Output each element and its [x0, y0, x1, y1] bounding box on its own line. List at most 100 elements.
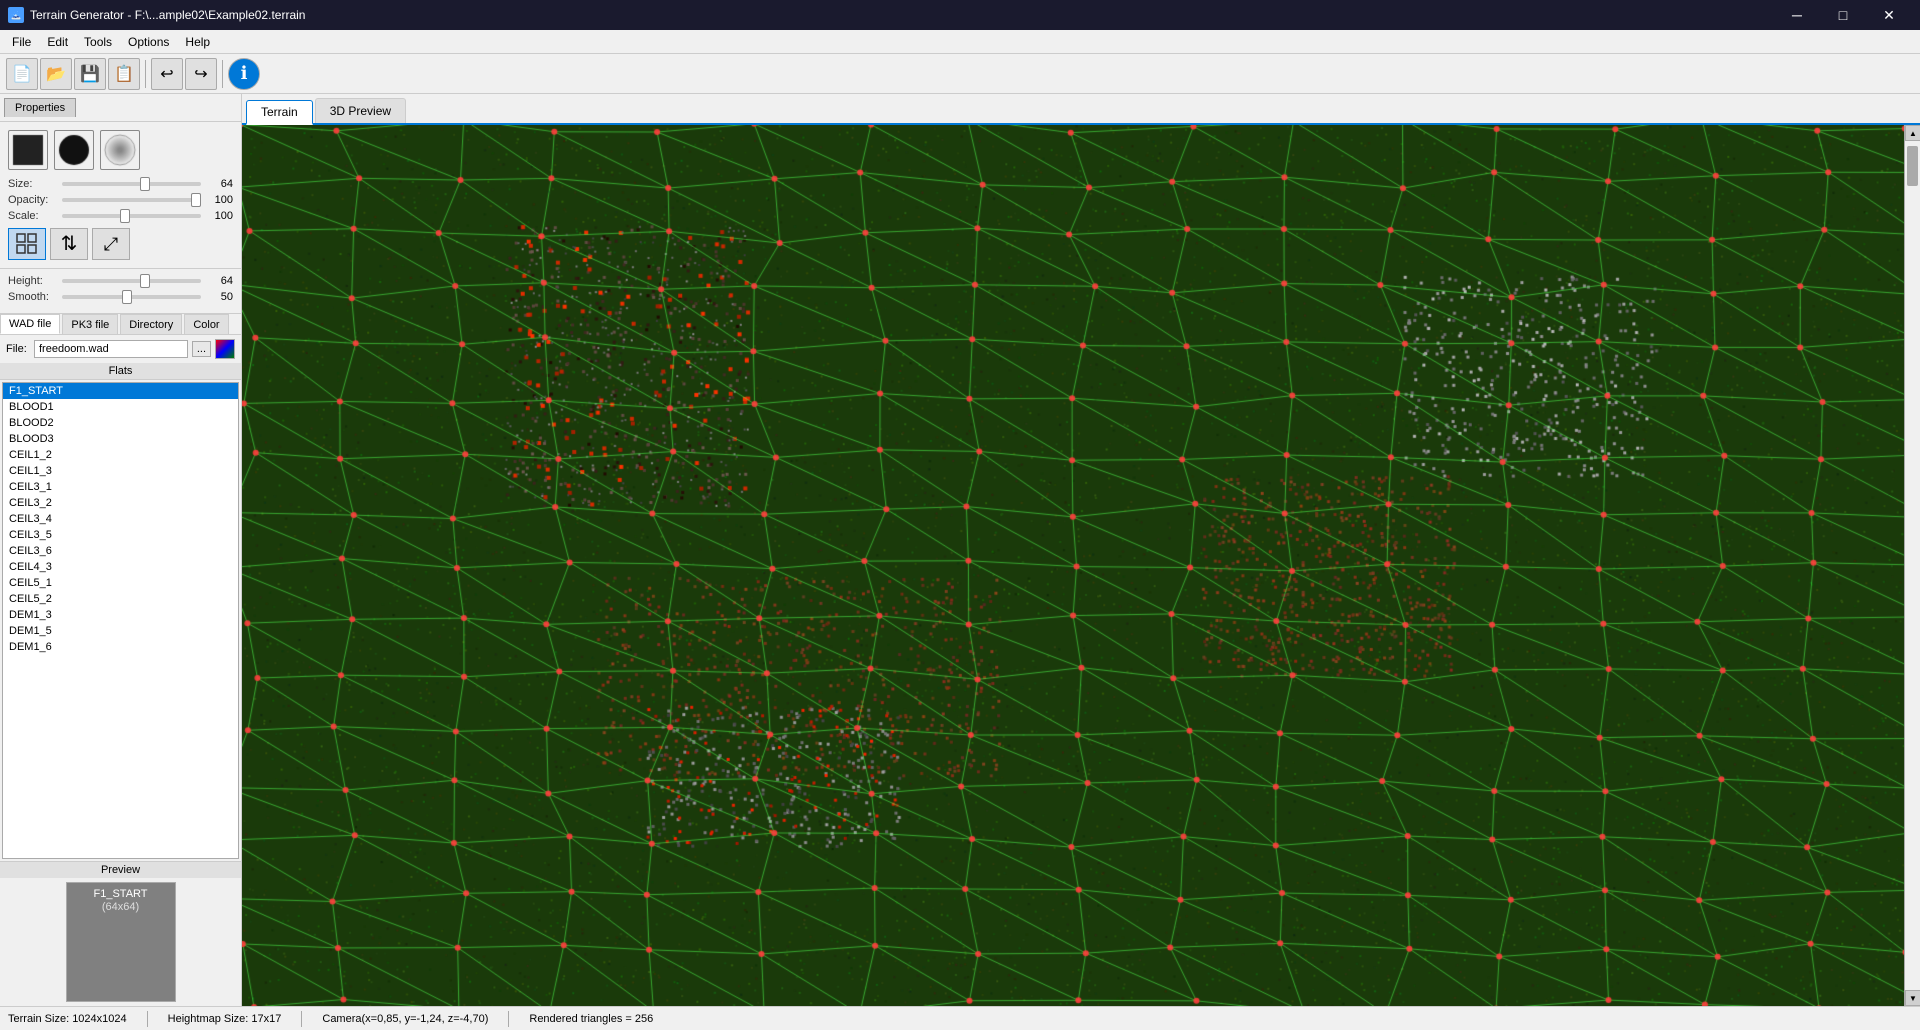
scale-slider-row: Scale: 100 — [8, 210, 233, 222]
menu-bar: File Edit Tools Options Help — [0, 30, 1920, 54]
preview-section: Preview F1_START (64x64) — [0, 861, 241, 1006]
tab-color[interactable]: Color — [184, 314, 228, 334]
save-as-button[interactable]: 📋 — [108, 58, 140, 90]
flat-list-item[interactable]: CEIL3_6 — [3, 543, 238, 559]
brush-presets — [8, 130, 233, 170]
properties-tab-button[interactable]: Properties — [4, 98, 76, 117]
tab-wad-file[interactable]: WAD file — [0, 314, 60, 334]
toolbar-separator-2 — [222, 60, 223, 88]
brush-feather[interactable] — [100, 130, 140, 170]
title-bar-left: 🗻 Terrain Generator - F:\...ample02\Exam… — [8, 7, 305, 23]
flat-list-item[interactable]: DEM1_6 — [3, 639, 238, 655]
flat-list-item[interactable]: BLOOD2 — [3, 415, 238, 431]
height-slider-row: Height: 64 — [8, 275, 233, 287]
app-icon: 🗻 — [8, 7, 24, 23]
scrollbar-thumb[interactable] — [1907, 146, 1918, 186]
texture-tabs: WAD file PK3 file Directory Color — [0, 314, 241, 335]
opacity-label: Opacity: — [8, 194, 58, 206]
flat-list-item[interactable]: CEIL3_4 — [3, 511, 238, 527]
properties-tab: Properties — [0, 94, 241, 122]
flat-list-item[interactable]: CEIL3_1 — [3, 479, 238, 495]
preview-header: Preview — [0, 862, 241, 878]
flat-list-item[interactable]: CEIL3_5 — [3, 527, 238, 543]
flat-list-item[interactable]: CEIL1_3 — [3, 463, 238, 479]
status-sep-1 — [147, 1011, 148, 1027]
smooth-track — [62, 295, 201, 299]
flat-list-item[interactable]: CEIL1_2 — [3, 447, 238, 463]
status-terrain-size: Terrain Size: 1024x1024 — [8, 1013, 127, 1025]
menu-edit[interactable]: Edit — [39, 33, 76, 51]
tab-pk3-file[interactable]: PK3 file — [62, 314, 118, 334]
info-button[interactable]: ℹ — [228, 58, 260, 90]
brush-mode-grid[interactable] — [8, 228, 46, 260]
menu-file[interactable]: File — [4, 33, 39, 51]
maximize-button[interactable]: □ — [1820, 0, 1866, 30]
brush-mode-expand[interactable]: ⤢ — [92, 228, 130, 260]
opacity-thumb[interactable] — [191, 193, 201, 207]
scroll-up-button[interactable]: ▲ — [1905, 125, 1920, 141]
smooth-thumb[interactable] — [122, 290, 132, 304]
height-thumb[interactable] — [140, 274, 150, 288]
close-button[interactable]: ✕ — [1866, 0, 1912, 30]
flat-list-item[interactable]: BLOOD3 — [3, 431, 238, 447]
undo-button[interactable]: ↩ — [151, 58, 183, 90]
flat-list-item[interactable]: F1_START — [3, 383, 238, 399]
flat-list-item[interactable]: CEIL5_1 — [3, 575, 238, 591]
minimize-button[interactable]: ─ — [1774, 0, 1820, 30]
svg-text:⇅: ⇅ — [61, 233, 78, 255]
flat-list-item[interactable]: DEM1_5 — [3, 623, 238, 639]
toolbar-separator — [145, 60, 146, 88]
color-picker-button[interactable] — [215, 339, 235, 359]
opacity-track — [62, 198, 201, 202]
flat-list-item[interactable]: BLOOD1 — [3, 399, 238, 415]
flat-list-item[interactable]: CEIL3_2 — [3, 495, 238, 511]
status-camera: Camera(x=0,85, y=-1,24, z=-4,70) — [322, 1013, 488, 1025]
height-label: Height: — [8, 275, 58, 287]
file-label: File: — [6, 343, 30, 355]
main-layout: Properties Size: 64 Opacit — [0, 94, 1920, 1006]
menu-help[interactable]: Help — [177, 33, 218, 51]
redo-button[interactable]: ↪ — [185, 58, 217, 90]
save-button[interactable]: 💾 — [74, 58, 106, 90]
flat-list-item[interactable]: DEM1_3 — [3, 607, 238, 623]
file-input[interactable] — [34, 340, 188, 358]
vertical-scrollbar[interactable]: ▲ ▼ — [1904, 125, 1920, 1006]
smooth-slider-row: Smooth: 50 — [8, 291, 233, 303]
svg-text:⤢: ⤢ — [104, 234, 119, 254]
scrollbar-track — [1905, 141, 1920, 990]
height-value: 64 — [205, 275, 233, 287]
terrain-canvas-container[interactable]: ▲ ▼ — [242, 125, 1920, 1006]
size-label: Size: — [8, 178, 58, 190]
height-track — [62, 279, 201, 283]
preview-size: (64x64) — [102, 901, 139, 913]
tab-terrain[interactable]: Terrain — [246, 100, 313, 125]
preview-name: F1_START — [94, 887, 148, 901]
scale-value: 100 — [205, 210, 233, 222]
terrain-canvas[interactable] — [242, 125, 1920, 1006]
flat-list-item[interactable]: CEIL5_2 — [3, 591, 238, 607]
flats-list[interactable]: F1_STARTBLOOD1BLOOD2BLOOD3CEIL1_2CEIL1_3… — [2, 382, 239, 859]
opacity-slider-row: Opacity: 100 — [8, 194, 233, 206]
brush-circle[interactable] — [54, 130, 94, 170]
height-smooth-section: Height: 64 Smooth: 50 — [0, 269, 241, 314]
window-title: Terrain Generator - F:\...ample02\Exampl… — [30, 8, 305, 22]
right-area: Terrain 3D Preview ▲ ▼ — [242, 94, 1920, 1006]
new-button[interactable]: 📄 — [6, 58, 38, 90]
scale-thumb[interactable] — [120, 209, 130, 223]
brush-mode-arrows-ud[interactable]: ⇅ — [50, 228, 88, 260]
open-button[interactable]: 📂 — [40, 58, 72, 90]
size-thumb[interactable] — [140, 177, 150, 191]
brush-square[interactable] — [8, 130, 48, 170]
tab-3d-preview[interactable]: 3D Preview — [315, 98, 406, 123]
brush-section: Size: 64 Opacity: 100 Scale: — [0, 122, 241, 269]
browse-button[interactable]: ... — [192, 341, 211, 357]
grid-icon — [15, 232, 39, 256]
flat-list-item[interactable]: CEIL4_3 — [3, 559, 238, 575]
menu-options[interactable]: Options — [120, 33, 177, 51]
tab-directory[interactable]: Directory — [120, 314, 182, 334]
status-bar: Terrain Size: 1024x1024 Heightmap Size: … — [0, 1006, 1920, 1030]
scroll-down-button[interactable]: ▼ — [1905, 990, 1920, 1006]
size-track — [62, 182, 201, 186]
file-row: File: ... — [0, 335, 241, 363]
menu-tools[interactable]: Tools — [76, 33, 120, 51]
